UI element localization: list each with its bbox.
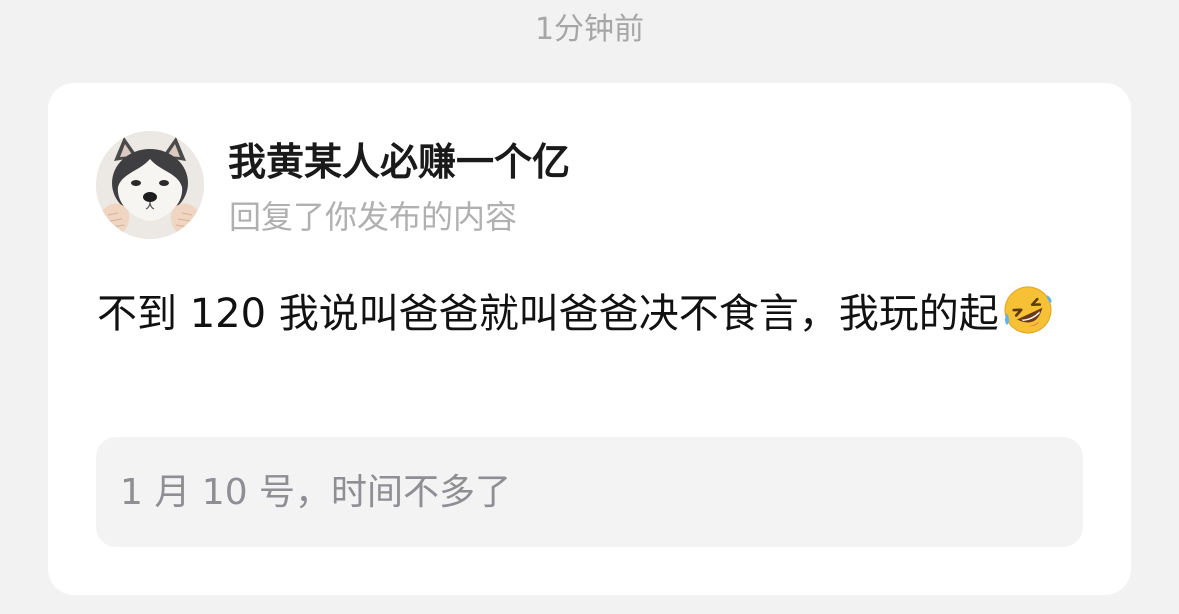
husky-dog-avatar-icon	[96, 131, 204, 239]
rolling-on-floor-laughing-emoji-icon	[1001, 283, 1055, 337]
avatar[interactable]	[96, 131, 204, 239]
timestamp: 1分钟前	[534, 12, 645, 47]
reply-content-text: 不到 120 我说叫爸爸就叫爸爸决不食言，我玩的起	[97, 291, 999, 337]
quoted-original-content[interactable]: 1 月 10 号，时间不多了	[96, 437, 1083, 547]
quoted-text: 1 月 10 号，时间不多了	[120, 472, 512, 513]
notification-subtitle: 回复了你发布的内容	[229, 198, 518, 236]
reply-notification-card[interactable]: 我黄某人必赚一个亿 回复了你发布的内容 不到 120 我说叫爸爸就叫爸爸决不食言…	[48, 83, 1131, 595]
reply-content: 不到 120 我说叫爸爸就叫爸爸决不食言，我玩的起	[97, 283, 1087, 343]
username[interactable]: 我黄某人必赚一个亿	[228, 137, 570, 187]
